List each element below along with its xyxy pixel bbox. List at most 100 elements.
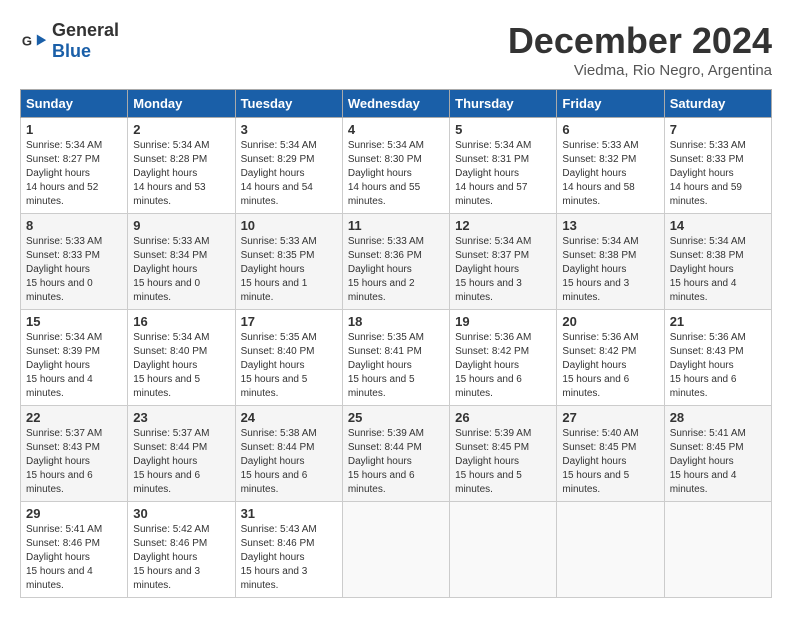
day-info: Sunrise: 5:33 AM Sunset: 8:33 PM Dayligh…	[670, 139, 766, 209]
page-header: G General Blue December 2024 Viedma, Rio…	[20, 20, 772, 79]
logo-icon: G	[20, 27, 48, 55]
week-row-4: 22 Sunrise: 5:37 AM Sunset: 8:43 PM Dayl…	[21, 406, 772, 502]
day-info: Sunrise: 5:37 AM Sunset: 8:43 PM Dayligh…	[26, 427, 122, 497]
day-number: 25	[348, 410, 444, 425]
day-info: Sunrise: 5:35 AM Sunset: 8:40 PM Dayligh…	[241, 331, 337, 401]
day-number: 17	[241, 314, 337, 329]
day-info: Sunrise: 5:33 AM Sunset: 8:35 PM Dayligh…	[241, 235, 337, 305]
day-number: 30	[133, 506, 229, 521]
day-info: Sunrise: 5:36 AM Sunset: 8:43 PM Dayligh…	[670, 331, 766, 401]
day-number: 28	[670, 410, 766, 425]
calendar-cell: 29 Sunrise: 5:41 AM Sunset: 8:46 PM Dayl…	[21, 502, 128, 598]
header-thursday: Thursday	[450, 90, 557, 118]
calendar-cell: 25 Sunrise: 5:39 AM Sunset: 8:44 PM Dayl…	[342, 406, 449, 502]
day-number: 19	[455, 314, 551, 329]
logo-general: General	[52, 20, 119, 40]
day-number: 5	[455, 122, 551, 137]
day-info: Sunrise: 5:36 AM Sunset: 8:42 PM Dayligh…	[562, 331, 658, 401]
day-info: Sunrise: 5:41 AM Sunset: 8:45 PM Dayligh…	[670, 427, 766, 497]
day-number: 4	[348, 122, 444, 137]
calendar-cell: 11 Sunrise: 5:33 AM Sunset: 8:36 PM Dayl…	[342, 214, 449, 310]
calendar-cell: 12 Sunrise: 5:34 AM Sunset: 8:37 PM Dayl…	[450, 214, 557, 310]
header-wednesday: Wednesday	[342, 90, 449, 118]
day-info: Sunrise: 5:33 AM Sunset: 8:34 PM Dayligh…	[133, 235, 229, 305]
day-number: 10	[241, 218, 337, 233]
calendar-cell: 8 Sunrise: 5:33 AM Sunset: 8:33 PM Dayli…	[21, 214, 128, 310]
day-info: Sunrise: 5:40 AM Sunset: 8:45 PM Dayligh…	[562, 427, 658, 497]
calendar-cell: 27 Sunrise: 5:40 AM Sunset: 8:45 PM Dayl…	[557, 406, 664, 502]
location-subtitle: Viedma, Rio Negro, Argentina	[508, 62, 772, 79]
day-number: 7	[670, 122, 766, 137]
calendar-cell: 24 Sunrise: 5:38 AM Sunset: 8:44 PM Dayl…	[235, 406, 342, 502]
day-number: 12	[455, 218, 551, 233]
day-info: Sunrise: 5:34 AM Sunset: 8:30 PM Dayligh…	[348, 139, 444, 209]
calendar-cell: 9 Sunrise: 5:33 AM Sunset: 8:34 PM Dayli…	[128, 214, 235, 310]
day-info: Sunrise: 5:42 AM Sunset: 8:46 PM Dayligh…	[133, 523, 229, 593]
day-info: Sunrise: 5:35 AM Sunset: 8:41 PM Dayligh…	[348, 331, 444, 401]
calendar-cell: 4 Sunrise: 5:34 AM Sunset: 8:30 PM Dayli…	[342, 118, 449, 214]
day-number: 1	[26, 122, 122, 137]
day-info: Sunrise: 5:34 AM Sunset: 8:27 PM Dayligh…	[26, 139, 122, 209]
day-info: Sunrise: 5:34 AM Sunset: 8:28 PM Dayligh…	[133, 139, 229, 209]
header-tuesday: Tuesday	[235, 90, 342, 118]
day-number: 15	[26, 314, 122, 329]
day-info: Sunrise: 5:41 AM Sunset: 8:46 PM Dayligh…	[26, 523, 122, 593]
calendar-cell: 19 Sunrise: 5:36 AM Sunset: 8:42 PM Dayl…	[450, 310, 557, 406]
calendar-cell: 13 Sunrise: 5:34 AM Sunset: 8:38 PM Dayl…	[557, 214, 664, 310]
day-number: 9	[133, 218, 229, 233]
day-number: 22	[26, 410, 122, 425]
day-number: 29	[26, 506, 122, 521]
week-row-2: 8 Sunrise: 5:33 AM Sunset: 8:33 PM Dayli…	[21, 214, 772, 310]
day-info: Sunrise: 5:33 AM Sunset: 8:36 PM Dayligh…	[348, 235, 444, 305]
day-number: 14	[670, 218, 766, 233]
logo: G General Blue	[20, 20, 119, 62]
calendar-cell: 30 Sunrise: 5:42 AM Sunset: 8:46 PM Dayl…	[128, 502, 235, 598]
calendar-cell: 31 Sunrise: 5:43 AM Sunset: 8:46 PM Dayl…	[235, 502, 342, 598]
day-number: 27	[562, 410, 658, 425]
day-number: 18	[348, 314, 444, 329]
calendar-cell: 18 Sunrise: 5:35 AM Sunset: 8:41 PM Dayl…	[342, 310, 449, 406]
calendar-cell: 17 Sunrise: 5:35 AM Sunset: 8:40 PM Dayl…	[235, 310, 342, 406]
calendar-cell: 28 Sunrise: 5:41 AM Sunset: 8:45 PM Dayl…	[664, 406, 771, 502]
week-row-3: 15 Sunrise: 5:34 AM Sunset: 8:39 PM Dayl…	[21, 310, 772, 406]
day-info: Sunrise: 5:43 AM Sunset: 8:46 PM Dayligh…	[241, 523, 337, 593]
day-info: Sunrise: 5:34 AM Sunset: 8:38 PM Dayligh…	[562, 235, 658, 305]
day-number: 6	[562, 122, 658, 137]
week-row-1: 1 Sunrise: 5:34 AM Sunset: 8:27 PM Dayli…	[21, 118, 772, 214]
calendar-cell: 15 Sunrise: 5:34 AM Sunset: 8:39 PM Dayl…	[21, 310, 128, 406]
day-number: 24	[241, 410, 337, 425]
day-info: Sunrise: 5:34 AM Sunset: 8:40 PM Dayligh…	[133, 331, 229, 401]
logo-text: General Blue	[52, 20, 119, 62]
header-saturday: Saturday	[664, 90, 771, 118]
calendar-cell: 16 Sunrise: 5:34 AM Sunset: 8:40 PM Dayl…	[128, 310, 235, 406]
day-number: 13	[562, 218, 658, 233]
month-title: December 2024	[508, 20, 772, 62]
calendar-cell	[342, 502, 449, 598]
calendar-cell	[450, 502, 557, 598]
day-number: 11	[348, 218, 444, 233]
day-info: Sunrise: 5:33 AM Sunset: 8:32 PM Dayligh…	[562, 139, 658, 209]
title-area: December 2024 Viedma, Rio Negro, Argenti…	[508, 20, 772, 79]
day-info: Sunrise: 5:34 AM Sunset: 8:38 PM Dayligh…	[670, 235, 766, 305]
logo-blue: Blue	[52, 41, 91, 61]
day-info: Sunrise: 5:33 AM Sunset: 8:33 PM Dayligh…	[26, 235, 122, 305]
day-info: Sunrise: 5:34 AM Sunset: 8:39 PM Dayligh…	[26, 331, 122, 401]
day-info: Sunrise: 5:39 AM Sunset: 8:44 PM Dayligh…	[348, 427, 444, 497]
day-info: Sunrise: 5:34 AM Sunset: 8:37 PM Dayligh…	[455, 235, 551, 305]
day-info: Sunrise: 5:34 AM Sunset: 8:31 PM Dayligh…	[455, 139, 551, 209]
day-number: 20	[562, 314, 658, 329]
calendar-cell: 5 Sunrise: 5:34 AM Sunset: 8:31 PM Dayli…	[450, 118, 557, 214]
day-number: 3	[241, 122, 337, 137]
calendar-cell: 6 Sunrise: 5:33 AM Sunset: 8:32 PM Dayli…	[557, 118, 664, 214]
day-number: 23	[133, 410, 229, 425]
svg-text:G: G	[22, 34, 32, 49]
calendar-cell: 2 Sunrise: 5:34 AM Sunset: 8:28 PM Dayli…	[128, 118, 235, 214]
day-number: 26	[455, 410, 551, 425]
calendar-cell: 1 Sunrise: 5:34 AM Sunset: 8:27 PM Dayli…	[21, 118, 128, 214]
day-number: 21	[670, 314, 766, 329]
day-number: 16	[133, 314, 229, 329]
day-info: Sunrise: 5:38 AM Sunset: 8:44 PM Dayligh…	[241, 427, 337, 497]
day-info: Sunrise: 5:36 AM Sunset: 8:42 PM Dayligh…	[455, 331, 551, 401]
header-sunday: Sunday	[21, 90, 128, 118]
calendar-table: SundayMondayTuesdayWednesdayThursdayFrid…	[20, 89, 772, 598]
